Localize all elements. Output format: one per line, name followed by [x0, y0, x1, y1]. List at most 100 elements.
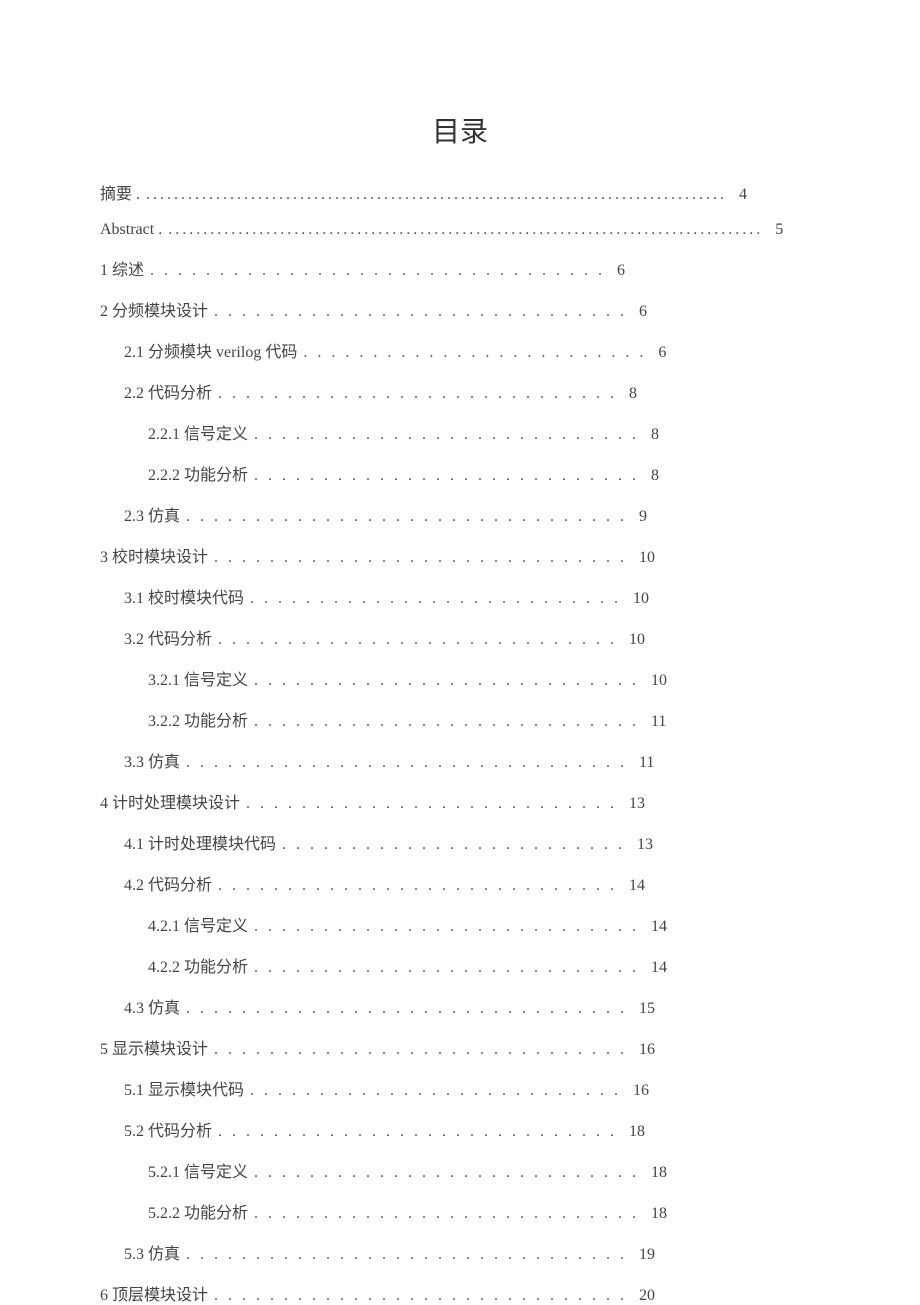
toc-entry-label: Abstract .: [100, 221, 162, 239]
toc-entry-page: 20: [633, 1287, 655, 1305]
toc-entry[interactable]: 5.2.1 信号定义. . . . . . . . . . . . . . . …: [100, 1158, 820, 1182]
toc-entry-label: 3.2.1 信号定义: [148, 666, 248, 690]
toc-entry[interactable]: 3.2.1 信号定义. . . . . . . . . . . . . . . …: [100, 666, 820, 690]
toc-entry-label: 1 综述: [100, 256, 144, 280]
toc-entry-label: 4.3 仿真: [124, 994, 180, 1018]
toc-entry-page: 9: [633, 508, 647, 526]
toc-entry-label: 4.1 计时处理模块代码: [124, 830, 276, 854]
toc-entry-leader: . . . . . . . . . . . . . . . . . . . . …: [248, 467, 645, 485]
toc-entry-leader: . . . . . . . . . . . . . . . . . . . . …: [180, 508, 633, 526]
toc-entry[interactable]: 4.2 代码分析. . . . . . . . . . . . . . . . …: [100, 871, 820, 895]
toc-entry-label: 4.2.1 信号定义: [148, 912, 248, 936]
toc-entry-label: 5.2.1 信号定义: [148, 1158, 248, 1182]
toc-entry-leader: . . . . . . . . . . . . . . . . . . . . …: [244, 1082, 627, 1100]
toc-entry-label: 5.2.2 功能分析: [148, 1199, 248, 1223]
toc-entry[interactable]: 3 校时模块设计. . . . . . . . . . . . . . . . …: [100, 543, 820, 567]
toc-entry-label: 6 顶层模块设计: [100, 1281, 208, 1305]
toc-entry-leader: . . . . . . . . . . . . . . . . . . . . …: [180, 754, 633, 772]
toc-entry-page: 10: [645, 672, 667, 690]
toc-entry-label: 3 校时模块设计: [100, 543, 208, 567]
toc-title: 目录: [100, 110, 820, 150]
toc-entry-label: 5.3 仿真: [124, 1240, 180, 1264]
toc-entry-page: 16: [627, 1082, 649, 1100]
toc-entry[interactable]: 1 综述. . . . . . . . . . . . . . . . . . …: [100, 256, 820, 280]
toc-entry[interactable]: 3.2 代码分析. . . . . . . . . . . . . . . . …: [100, 625, 820, 649]
toc-entry-page: 5: [769, 221, 783, 239]
toc-entry-page: 16: [633, 1041, 655, 1059]
toc-entry[interactable]: 5.2 代码分析. . . . . . . . . . . . . . . . …: [100, 1117, 820, 1141]
toc-entry[interactable]: 4 计时处理模块设计. . . . . . . . . . . . . . . …: [100, 789, 820, 813]
toc-entry-label: 5.2 代码分析: [124, 1117, 212, 1141]
toc-entry[interactable]: 2 分频模块设计. . . . . . . . . . . . . . . . …: [100, 297, 820, 321]
toc-entry-page: 10: [623, 631, 645, 649]
toc-entry-page: 10: [633, 549, 655, 567]
toc-entry-label: 5 显示模块设计: [100, 1035, 208, 1059]
toc-entry[interactable]: 2.2.1 信号定义. . . . . . . . . . . . . . . …: [100, 420, 820, 444]
toc-entry-label: 2.2 代码分析: [124, 379, 212, 403]
toc-entry-label: 4.2 代码分析: [124, 871, 212, 895]
toc-entry[interactable]: 2.2 代码分析. . . . . . . . . . . . . . . . …: [100, 379, 820, 403]
toc-entry-leader: . . . . . . . . . . . . . . . . . . . . …: [208, 1287, 633, 1305]
toc-entry[interactable]: 4.2.2 功能分析. . . . . . . . . . . . . . . …: [100, 953, 820, 977]
toc-entry[interactable]: 4.1 计时处理模块代码. . . . . . . . . . . . . . …: [100, 830, 820, 854]
toc-entry-label: 2.2.2 功能分析: [148, 461, 248, 485]
toc-entry[interactable]: 5.2.2 功能分析. . . . . . . . . . . . . . . …: [100, 1199, 820, 1223]
toc-entry-leader: . . . . . . . . . . . . . . . . . . . . …: [248, 1164, 645, 1182]
toc-entry-leader: . . . . . . . . . . . . . . . . . . . . …: [297, 344, 652, 362]
toc-entry-label: 4 计时处理模块设计: [100, 789, 240, 813]
toc-entry[interactable]: 4.2.1 信号定义. . . . . . . . . . . . . . . …: [100, 912, 820, 936]
toc-entry-page: 14: [645, 918, 667, 936]
toc-entry-page: 6: [652, 344, 666, 362]
toc-entry[interactable]: 3.1 校时模块代码. . . . . . . . . . . . . . . …: [100, 584, 820, 608]
toc-entry-leader: . . . . . . . . . . . . . . . . . . . . …: [208, 1041, 633, 1059]
toc-entry[interactable]: 2.3 仿真. . . . . . . . . . . . . . . . . …: [100, 502, 820, 526]
toc-entry[interactable]: 4.3 仿真. . . . . . . . . . . . . . . . . …: [100, 994, 820, 1018]
toc-entry-page: 15: [633, 1000, 655, 1018]
toc-entry-page: 13: [623, 795, 645, 813]
toc-entry[interactable]: 5 显示模块设计. . . . . . . . . . . . . . . . …: [100, 1035, 820, 1059]
toc-entry[interactable]: 2.2.2 功能分析. . . . . . . . . . . . . . . …: [100, 461, 820, 485]
toc-entry[interactable]: 5.1 显示模块代码. . . . . . . . . . . . . . . …: [100, 1076, 820, 1100]
toc-entry-page: 4: [733, 186, 747, 204]
toc-entry-leader: . . . . . . . . . . . . . . . . . . . . …: [240, 795, 623, 813]
toc-entry-leader: . . . . . . . . . . . . . . . . . . . . …: [248, 1205, 645, 1223]
toc-entry-page: 8: [623, 385, 637, 403]
toc-entry-label: 2 分频模块设计: [100, 297, 208, 321]
toc-entry-page: 18: [645, 1205, 667, 1223]
toc-entry-leader: . . . . . . . . . . . . . . . . . . . . …: [180, 1000, 633, 1018]
toc-container: 摘要 .....................................…: [100, 180, 820, 1305]
toc-entry[interactable]: 3.2.2 功能分析. . . . . . . . . . . . . . . …: [100, 707, 820, 731]
toc-entry-page: 18: [623, 1123, 645, 1141]
toc-entry-leader: . . . . . . . . . . . . . . . . . . . . …: [248, 426, 645, 444]
toc-entry-label: 5.1 显示模块代码: [124, 1076, 244, 1100]
toc-entry-leader: . . . . . . . . . . . . . . . . . . . . …: [212, 631, 623, 649]
toc-entry-leader: . . . . . . . . . . . . . . . . . . . . …: [212, 877, 623, 895]
toc-entry[interactable]: 6 顶层模块设计. . . . . . . . . . . . . . . . …: [100, 1281, 820, 1305]
toc-entry-label: 3.2.2 功能分析: [148, 707, 248, 731]
toc-entry[interactable]: Abstract ...............................…: [100, 221, 820, 239]
toc-entry-page: 10: [627, 590, 649, 608]
toc-entry-label: 摘要 .: [100, 180, 140, 204]
toc-entry[interactable]: 2.1 分频模块 verilog 代码. . . . . . . . . . .…: [100, 338, 820, 362]
toc-entry-leader: . . . . . . . . . . . . . . . . . . . . …: [208, 303, 633, 321]
toc-entry-page: 13: [631, 836, 653, 854]
toc-entry-leader: . . . . . . . . . . . . . . . . . . . . …: [212, 1123, 623, 1141]
toc-entry-leader: . . . . . . . . . . . . . . . . . . . . …: [212, 385, 623, 403]
toc-entry-leader: ........................................…: [140, 186, 733, 204]
toc-entry-page: 11: [633, 754, 654, 772]
toc-entry-page: 6: [611, 262, 625, 280]
toc-entry-leader: . . . . . . . . . . . . . . . . . . . . …: [144, 262, 611, 280]
toc-entry-label: 2.2.1 信号定义: [148, 420, 248, 444]
toc-entry[interactable]: 5.3 仿真. . . . . . . . . . . . . . . . . …: [100, 1240, 820, 1264]
toc-entry-leader: . . . . . . . . . . . . . . . . . . . . …: [248, 713, 645, 731]
toc-entry-label: 3.1 校时模块代码: [124, 584, 244, 608]
toc-entry-page: 8: [645, 426, 659, 444]
toc-entry-leader: . . . . . . . . . . . . . . . . . . . . …: [180, 1246, 633, 1264]
toc-entry-page: 8: [645, 467, 659, 485]
toc-entry[interactable]: 摘要 .....................................…: [100, 180, 820, 204]
toc-entry-leader: ........................................…: [162, 221, 769, 239]
toc-entry-page: 11: [645, 713, 666, 731]
toc-entry[interactable]: 3.3 仿真. . . . . . . . . . . . . . . . . …: [100, 748, 820, 772]
toc-entry-leader: . . . . . . . . . . . . . . . . . . . . …: [248, 918, 645, 936]
toc-entry-label: 2.3 仿真: [124, 502, 180, 526]
